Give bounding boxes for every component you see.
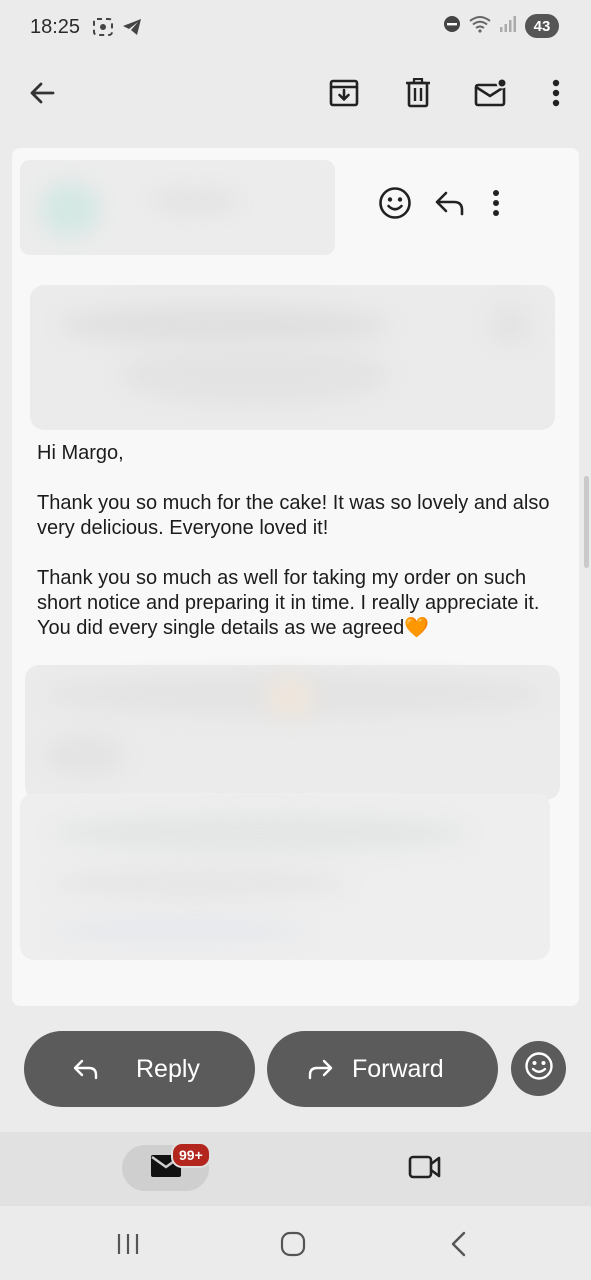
archive-button[interactable]	[320, 71, 368, 119]
more-vert-icon	[552, 79, 560, 112]
video-camera-icon	[408, 1154, 442, 1185]
signal-icon	[499, 15, 517, 38]
mark-unread-button[interactable]	[467, 71, 515, 119]
orange-heart-emoji: 🧡	[404, 617, 430, 639]
sender-actions	[378, 186, 500, 225]
reply-button[interactable]: Reply	[24, 1031, 255, 1107]
meet-tab[interactable]	[404, 1150, 446, 1188]
blurred-content-top	[30, 285, 555, 430]
screenshot-icon	[92, 17, 114, 42]
bottom-navigation	[0, 1132, 591, 1206]
back-arrow-icon	[28, 79, 56, 112]
message-body: Hi Margo, Thank you so much for the cake…	[37, 441, 557, 641]
reply-icon	[71, 1058, 101, 1080]
email-toolbar	[0, 56, 591, 144]
telegram-icon	[122, 18, 142, 41]
blurred-content-bottom	[20, 793, 550, 960]
emoji-icon	[524, 1051, 554, 1086]
recents-button[interactable]	[116, 1232, 140, 1261]
status-right-icons: 43	[443, 14, 559, 38]
battery-indicator: 43	[525, 14, 559, 38]
blurred-content-middle	[25, 665, 560, 800]
archive-icon	[329, 78, 359, 113]
delete-icon	[404, 77, 432, 113]
react-emoji-button[interactable]	[378, 186, 412, 225]
system-navigation-bar	[0, 1206, 591, 1280]
delete-button[interactable]	[394, 71, 442, 119]
message-more-button[interactable]	[492, 189, 500, 222]
dnd-icon	[443, 15, 461, 38]
forward-icon	[305, 1058, 335, 1080]
message-greeting: Hi Margo,	[37, 442, 124, 464]
back-button[interactable]	[18, 71, 66, 119]
message-paragraph-1: Thank you so much for the cake! It was s…	[37, 492, 550, 539]
status-time: 18:25	[30, 16, 81, 38]
mark-unread-icon	[474, 77, 508, 113]
message-paragraph-2: Thank you so much as well for taking my …	[37, 566, 557, 641]
forward-button[interactable]: Forward	[267, 1031, 498, 1107]
status-bar: 18:25 43	[0, 0, 591, 56]
unread-count-badge: 99+	[171, 1142, 211, 1168]
back-nav-button[interactable]	[448, 1231, 468, 1262]
more-options-button[interactable]	[532, 71, 580, 119]
scrollbar[interactable]	[584, 476, 589, 568]
reply-label: Reply	[136, 1054, 200, 1083]
reply-icon-button[interactable]	[434, 190, 466, 221]
home-button[interactable]	[280, 1231, 306, 1262]
emoji-reaction-button[interactable]	[511, 1041, 566, 1096]
status-left-icons	[92, 17, 142, 42]
message-paragraph-2-text: Thank you so much as well for taking my …	[37, 567, 540, 639]
sender-info-blurred	[20, 160, 335, 255]
forward-label: Forward	[352, 1054, 444, 1083]
wifi-icon	[469, 15, 491, 38]
